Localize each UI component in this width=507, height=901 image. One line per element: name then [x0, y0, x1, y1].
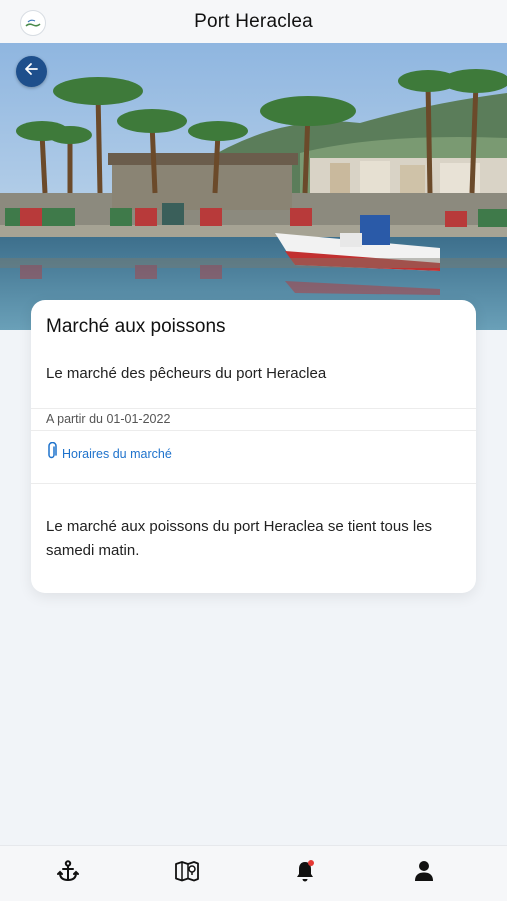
- paperclip-icon: [46, 441, 58, 465]
- start-date: A partir du 01-01-2022: [46, 412, 171, 426]
- bottom-navbar: [0, 845, 507, 901]
- page-title: Port Heraclea: [194, 10, 313, 32]
- arrow-left-icon: [24, 61, 40, 82]
- map-icon: [174, 859, 200, 888]
- market-hours-label[interactable]: Horaires du marché: [62, 447, 172, 461]
- divider: [31, 408, 476, 409]
- divider: [31, 483, 476, 484]
- top-bar: Port Heraclea: [0, 0, 507, 44]
- hero-image: [0, 43, 507, 330]
- anchor-icon: [56, 859, 80, 888]
- event-card: Marché aux poissons Le marché des pêcheu…: [31, 300, 476, 593]
- divider: [31, 430, 476, 431]
- card-title: Marché aux poissons: [46, 316, 226, 337]
- market-hours-link[interactable]: Horaires du marché: [46, 441, 172, 465]
- event-description: Le marché aux poissons du port Heraclea …: [46, 518, 433, 559]
- nav-anchor[interactable]: [53, 858, 83, 888]
- nav-notifications[interactable]: [290, 858, 320, 888]
- nav-profile[interactable]: [409, 858, 439, 888]
- back-button[interactable]: [16, 56, 47, 87]
- user-icon: [413, 859, 435, 888]
- card-subtitle: Le marché des pêcheurs du port Heraclea: [46, 365, 327, 382]
- nav-map[interactable]: [172, 858, 202, 888]
- bell-icon: [293, 859, 317, 888]
- harbour-logo-icon: [20, 10, 46, 36]
